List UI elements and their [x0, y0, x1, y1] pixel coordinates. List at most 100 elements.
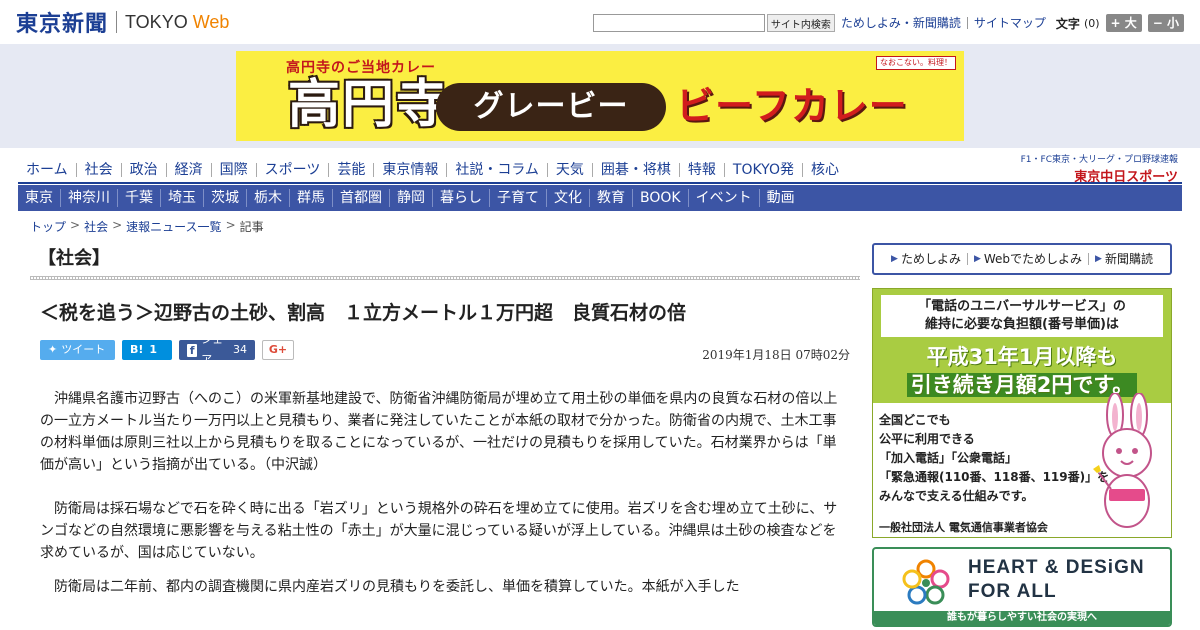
nav-region-shizuoka[interactable]: 静岡 [390, 189, 433, 207]
nav-region-chiba[interactable]: 千葉 [118, 189, 161, 207]
nav-region-gunma[interactable]: 群馬 [290, 189, 333, 207]
ad1-line: 「加入電話」「公衆電話」 [879, 451, 1018, 465]
web-trial-read-label: Webでためしよみ [983, 252, 1083, 266]
breadcrumb-separator: > [70, 218, 81, 232]
ad2-title-line2: FOR ALL [968, 581, 1057, 602]
trial-read-link[interactable]: ▶ ためしよみ [885, 253, 968, 265]
nav-tokyo-info[interactable]: 東京情報 [374, 163, 448, 177]
universal-service-ad[interactable]: 「電話のユニバーサルサービス」の 維持に必要な負担額(番号単価)は 平成31年1… [872, 288, 1172, 538]
subscribe-link[interactable]: ▶ 新聞購読 [1089, 253, 1159, 265]
heart-design-ad[interactable]: HEART & DESiGN FOR ALL 誰もが暮らしやすい社会の実現へ [872, 547, 1172, 627]
ad1-line: 「緊急通報(110番、118番、119番)」を [879, 470, 1110, 484]
nav-society[interactable]: 社会 [77, 163, 122, 177]
nav-region-shutoken[interactable]: 首都圏 [333, 189, 390, 207]
nav-editorial-column[interactable]: 社説・コラム [447, 163, 548, 177]
triangle-right-icon: ▶ [973, 254, 981, 264]
sitemap-link[interactable]: サイトマップ [974, 17, 1052, 29]
nav-home[interactable]: ホーム [20, 163, 77, 177]
article-paragraph: 防衛局は二年前、都内の調査機関に県内産岩ズリの見積もりを委託し、単価を積算してい… [54, 579, 740, 595]
nav-parenting[interactable]: 子育て [490, 189, 547, 207]
article-date: 2019年1月18日 07時02分 [702, 348, 850, 362]
hatena-bookmark-button[interactable]: B! 1 [122, 340, 172, 360]
ad1-heading-line2: 維持に必要な負担額(番号単価)は [925, 317, 1119, 332]
nav-region-ibaraki[interactable]: 茨城 [204, 189, 247, 207]
nav-book[interactable]: BOOK [633, 189, 689, 207]
font-bigger-button[interactable]: + 大 [1105, 14, 1142, 32]
triangle-right-icon: ▶ [1095, 254, 1102, 264]
chunichi-sports-link[interactable]: F1・FC東京・大リーグ・プロ野球速報 東京中日スポーツ [1021, 152, 1178, 185]
ad2-title-line1: HEART & DESiGN [968, 557, 1145, 578]
banner-tagline: 高円寺のご当地カレー [286, 60, 436, 76]
nav-event[interactable]: イベント [689, 189, 760, 207]
google-plus-button[interactable]: G+ [262, 340, 294, 360]
twitter-bird-icon: ✦ [48, 343, 58, 356]
font-size-value: (0) [1083, 16, 1100, 30]
ad1-lower-panel: 全国どこでも 公平に利用できる 「加入電話」「公衆電話」 「緊急通報(110番、… [873, 393, 1171, 537]
facebook-count: 34 [233, 343, 247, 356]
nav-region-saitama[interactable]: 埼玉 [161, 189, 204, 207]
nav-tokyo-hatsu[interactable]: TOKYO発 [725, 163, 803, 177]
tweet-label: ツイート [61, 343, 106, 356]
breadcrumb-top[interactable]: トップ [30, 218, 66, 235]
nav-weather[interactable]: 天気 [548, 163, 593, 177]
facebook-share-button[interactable]: f シェア 34 [179, 333, 255, 366]
hatena-count: 1 [149, 343, 158, 356]
subscribe-label: 新聞購読 [1104, 252, 1153, 266]
rabbit-mascot-icon [1093, 393, 1152, 528]
nav-region-tochigi[interactable]: 栃木 [247, 189, 290, 207]
web-trial-read-link[interactable]: ▶ Webでためしよみ [968, 252, 1090, 266]
nav-go-shogi[interactable]: 囲碁・将棋 [593, 163, 680, 177]
nav-sports[interactable]: スポーツ [257, 163, 330, 177]
nav-politics[interactable]: 政治 [122, 163, 167, 177]
nav-kakushin[interactable]: 核心 [803, 163, 847, 177]
article-body: 沖縄県名護市辺野古（へのこ）の米軍新基地建設で、防衛省沖縄防衛局が埋め立て用土砂… [40, 388, 840, 610]
banner-beef-curry: ビーフカレー [676, 84, 908, 128]
font-smaller-button[interactable]: − 小 [1147, 14, 1184, 32]
font-size-label: 文字 [1055, 16, 1080, 31]
banner-koenji: 高円寺 [288, 75, 451, 135]
trial-subscribe-link[interactable]: ためしよみ・新聞購読 [841, 17, 968, 29]
ad1-heading-line1: 「電話のユニバーサルサービス」の [918, 299, 1126, 314]
banner-area: 高円寺のご当地カレー なおこない。料理！ 高円寺 グレービー ビーフカレー [0, 44, 1200, 148]
article-headline: ＜税を追う＞辺野古の土砂、割高 １立方メートル１万円超 良質石材の倍 [40, 302, 687, 324]
subscription-links: ▶ ためしよみ ▶ Webでためしよみ ▶ 新聞購読 [872, 243, 1172, 275]
nav-international[interactable]: 国際 [212, 163, 257, 177]
hatena-label: B! [130, 343, 144, 356]
logo-tokyo: TOKYO [125, 11, 188, 32]
nav-entertainment[interactable]: 芸能 [329, 163, 375, 177]
triangle-right-icon: ▶ [891, 254, 898, 264]
site-search-input[interactable] [592, 14, 765, 32]
tweet-button[interactable]: ✦ ツイート [40, 340, 115, 360]
share-buttons: ✦ ツイート B! 1 f シェア 34 G+ [40, 333, 301, 366]
top-header: 東京新聞 TOKYO Web サイト内検索 ためしよみ・新聞購読 サイトマップ … [0, 0, 1200, 44]
nav-culture[interactable]: 文化 [547, 189, 590, 207]
curry-ad-banner[interactable]: 高円寺のご当地カレー なおこない。料理！ 高円寺 グレービー ビーフカレー [236, 51, 964, 141]
article-paragraph: 沖縄県名護市辺野古（へのこ）の米軍新基地建設で、防衛省沖縄防衛局が埋め立て用土砂… [40, 391, 838, 473]
primary-nav: ホーム 社会 政治 経済 国際 スポーツ 芸能 東京情報 社説・コラム 天気 囲… [20, 159, 847, 181]
nav-region-kanagawa[interactable]: 神奈川 [61, 189, 118, 207]
nav-video[interactable]: 動画 [760, 189, 802, 207]
nav-education[interactable]: 教育 [590, 189, 633, 207]
heart-flower-icon [902, 559, 950, 605]
site-logo[interactable]: 東京新聞 TOKYO Web [16, 8, 229, 37]
breadcrumb-society[interactable]: 社会 [84, 218, 108, 235]
banner-badge: なおこない。料理！ [876, 56, 956, 70]
nav-special-report[interactable]: 特報 [680, 163, 725, 177]
nav-living[interactable]: 暮らし [433, 189, 490, 207]
breadcrumb-news-list[interactable]: 速報ニュース一覧 [126, 218, 221, 235]
breadcrumb-separator: > [225, 218, 236, 232]
ad1-line: 全国どこでも [879, 413, 951, 427]
logo-tokyo-shimbun: 東京新聞 [16, 11, 109, 37]
site-search-button[interactable]: サイト内検索 [766, 14, 835, 32]
ad1-heading: 「電話のユニバーサルサービス」の 維持に必要な負担額(番号単価)は [881, 295, 1163, 337]
ad1-sponsor: 一般社団法人 電気通信事業者協会 [879, 521, 1048, 534]
ad1-line: みんなで支える仕組みです。 [879, 489, 1034, 503]
breadcrumb-current: 記事 [239, 220, 264, 234]
banner-gravy: グレービー [436, 83, 666, 131]
ad1-description: 全国どこでも 公平に利用できる 「加入電話」「公衆電話」 「緊急通報(110番、… [879, 411, 1109, 506]
facebook-icon: f [187, 343, 198, 357]
ad1-line: 公平に利用できる [879, 432, 975, 446]
nav-economy[interactable]: 経済 [167, 163, 212, 177]
ad1-main-message: 平成31年1月以降も 引き続き月額2円です。 [881, 343, 1163, 399]
nav-region-tokyo[interactable]: 東京 [18, 189, 61, 207]
